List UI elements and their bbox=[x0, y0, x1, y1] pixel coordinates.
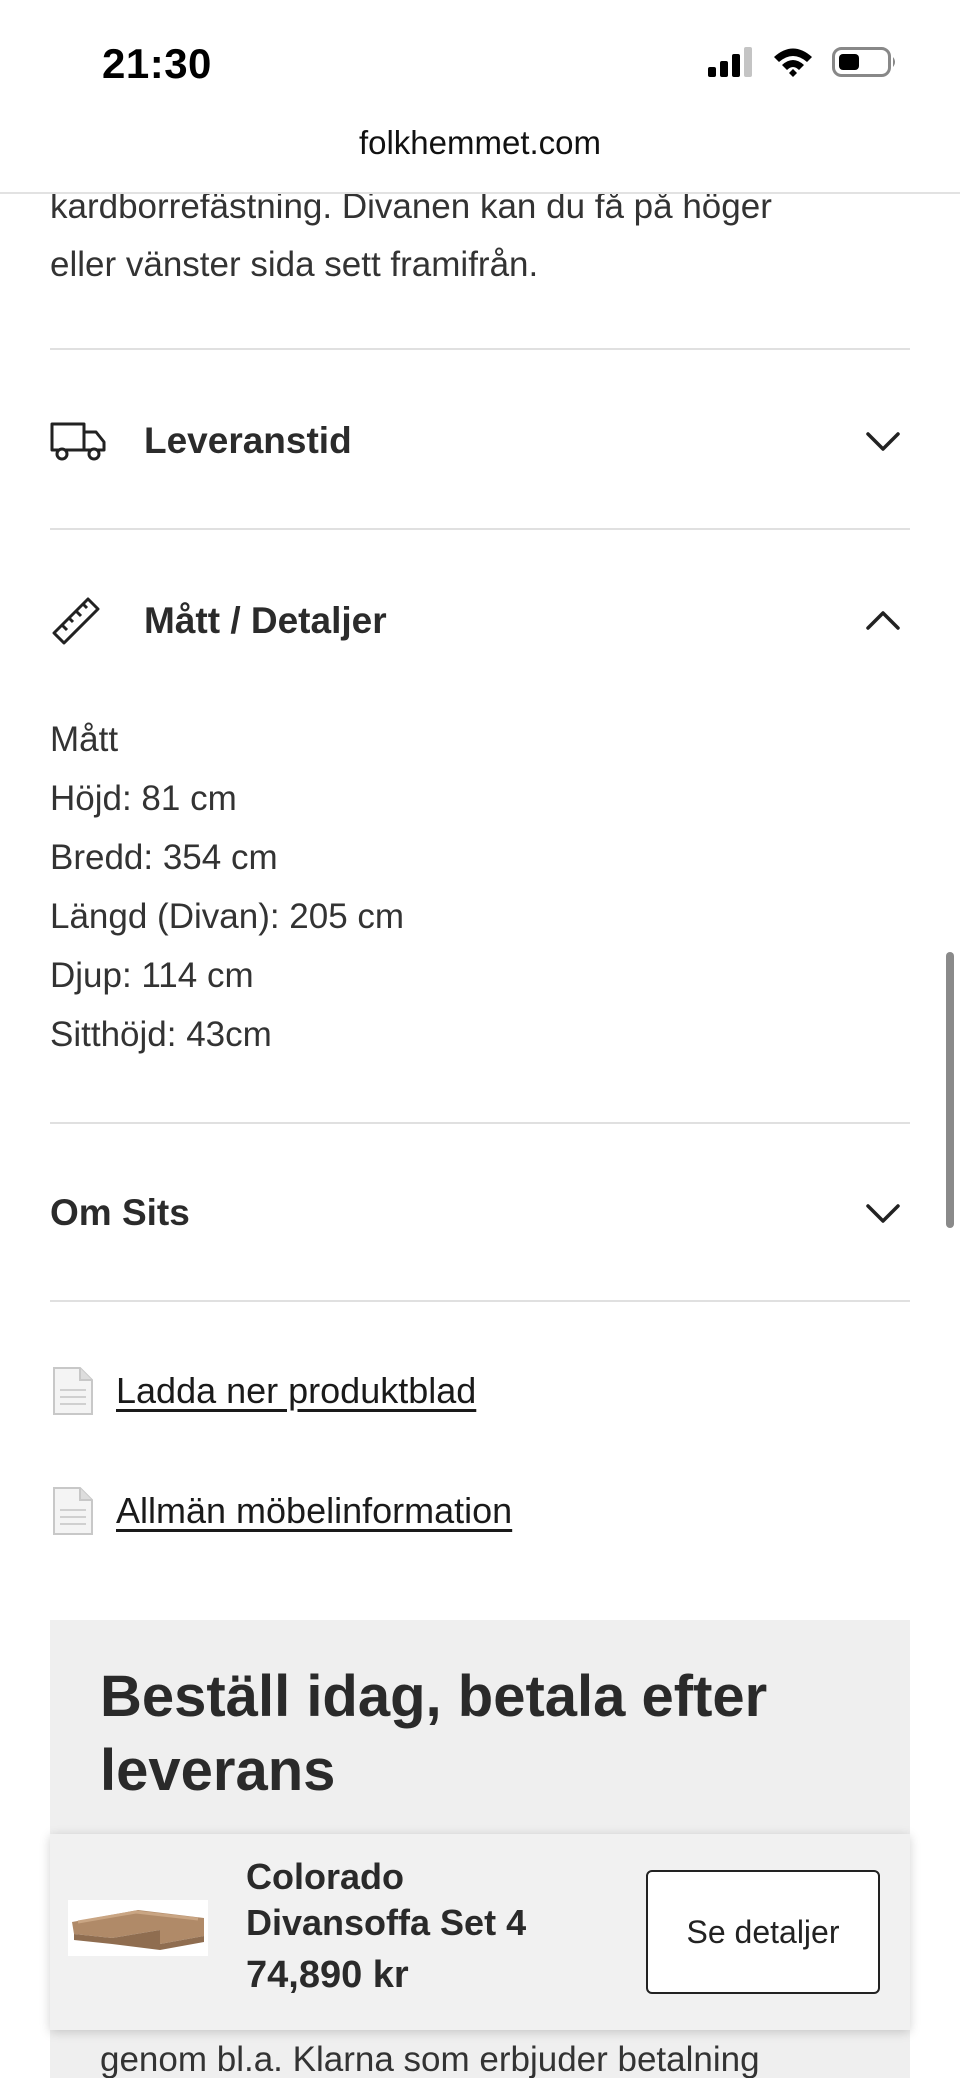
furniture-info-link[interactable]: Allmän möbelinformation bbox=[50, 1486, 512, 1536]
product-thumbnail bbox=[68, 1900, 208, 1956]
product-description: kardborrefästning. Divanen kan du få på … bbox=[50, 178, 910, 294]
battery-icon bbox=[832, 46, 898, 83]
browser-url-bar[interactable]: folkhemmet.com bbox=[0, 118, 960, 194]
cellular-signal-icon bbox=[708, 47, 754, 82]
document-icon bbox=[50, 1366, 98, 1416]
chevron-down-icon[interactable] bbox=[860, 1190, 906, 1236]
wifi-icon bbox=[772, 46, 814, 83]
divider bbox=[50, 1122, 910, 1124]
chevron-down-icon[interactable] bbox=[860, 418, 906, 464]
product-name-line: Divansoffa Set 4 bbox=[246, 1902, 527, 1943]
scrollbar[interactable] bbox=[946, 952, 954, 1228]
url-text: folkhemmet.com bbox=[358, 124, 602, 161]
document-icon bbox=[50, 1486, 98, 1536]
divider bbox=[50, 528, 910, 530]
truck-icon bbox=[50, 411, 110, 471]
chevron-up-icon[interactable] bbox=[860, 598, 906, 644]
see-details-button[interactable]: Se detaljer bbox=[646, 1870, 880, 1994]
link-label: Allmän möbelinformation bbox=[116, 1490, 513, 1531]
spec-depth: Djup: 114 cm bbox=[50, 956, 254, 995]
download-product-sheet-link[interactable]: Ladda ner produktblad bbox=[50, 1366, 476, 1416]
ruler-icon bbox=[50, 591, 110, 651]
spec-width: Bredd: 354 cm bbox=[50, 838, 278, 877]
dimension-specs: Mått Höjd: 81 cm Bredd: 354 cm Längd (Di… bbox=[50, 710, 404, 1064]
status-bar: 21:30 bbox=[0, 0, 960, 120]
accordion-delivery[interactable]: Leveranstid bbox=[50, 396, 910, 486]
product-name: Colorado Divansoffa Set 4 bbox=[246, 1854, 526, 1946]
spec-height: Höjd: 81 cm bbox=[50, 779, 237, 818]
spec-seat-height: Sitthöjd: 43cm bbox=[50, 1015, 272, 1054]
status-time: 21:30 bbox=[102, 40, 212, 87]
accordion-dimensions[interactable]: Mått / Detaljer bbox=[50, 576, 910, 666]
accordion-seat[interactable]: Om Sits bbox=[50, 1168, 910, 1258]
sticky-product-bar: Colorado Divansoffa Set 4 74,890 kr Se d… bbox=[50, 1834, 910, 2030]
divider bbox=[50, 1300, 910, 1302]
divider bbox=[50, 348, 910, 350]
accordion-title: Leveranstid bbox=[144, 420, 352, 461]
accordion-title: Mått / Detaljer bbox=[144, 600, 387, 641]
link-label: Ladda ner produktblad bbox=[116, 1370, 477, 1411]
promo-title: Beställ idag, betala efter leverans bbox=[100, 1664, 768, 1803]
accordion-title: Om Sits bbox=[50, 1192, 190, 1233]
product-name-line: Colorado bbox=[246, 1856, 404, 1897]
product-price: 74,890 kr bbox=[246, 1954, 409, 1996]
specs-heading: Mått bbox=[50, 720, 119, 759]
description-line: eller vänster sida sett framifrån. bbox=[50, 245, 539, 284]
status-icons bbox=[708, 46, 898, 83]
page-content: kardborrefästning. Divanen kan du få på … bbox=[0, 0, 960, 2078]
spec-length: Längd (Divan): 205 cm bbox=[50, 897, 405, 936]
promo-text: genom bl.a. Klarna som erbjuder betalnin… bbox=[100, 2040, 760, 2078]
